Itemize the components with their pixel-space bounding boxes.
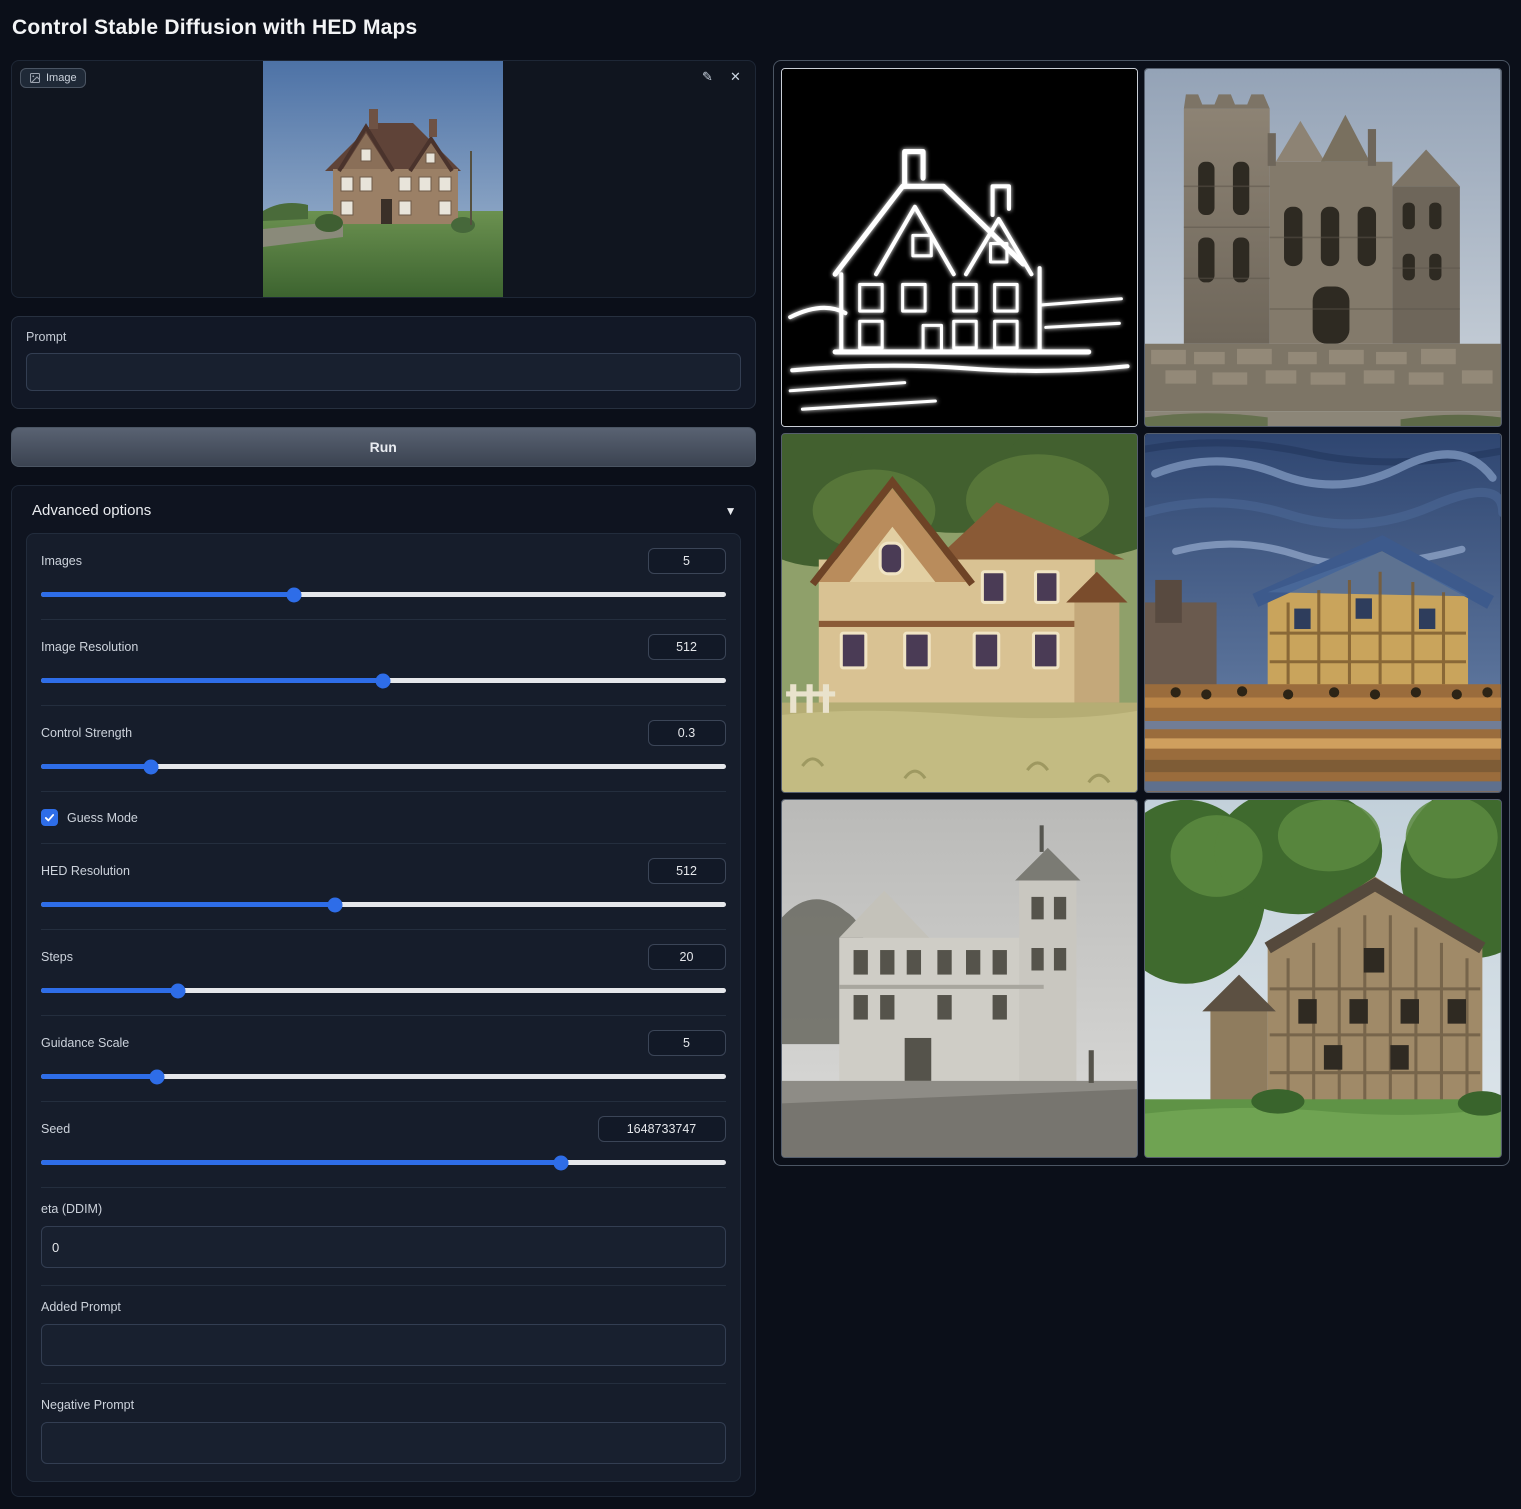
slider-thumb[interactable] bbox=[328, 897, 343, 912]
eta-input[interactable] bbox=[41, 1226, 726, 1268]
slider-fill bbox=[41, 1160, 561, 1165]
gallery-item-timber-house[interactable] bbox=[1144, 799, 1502, 1158]
slider-track[interactable] bbox=[41, 1074, 726, 1079]
uploaded-house-image bbox=[263, 61, 503, 298]
page-title: Control Stable Diffusion with HED Maps bbox=[12, 16, 1510, 40]
control-strength-value-input[interactable] bbox=[648, 720, 726, 746]
slider-fill bbox=[41, 988, 178, 993]
gallery-item-cathedral[interactable] bbox=[1144, 68, 1502, 427]
added-prompt-input[interactable] bbox=[41, 1324, 726, 1366]
prompt-label: Prompt bbox=[26, 330, 741, 344]
slider-thumb[interactable] bbox=[150, 1069, 165, 1084]
steps-slider[interactable] bbox=[41, 983, 726, 998]
slider-fill bbox=[41, 764, 151, 769]
slider-fill bbox=[41, 1074, 157, 1079]
app-root: Control Stable Diffusion with HED Maps I… bbox=[0, 0, 1521, 1509]
steps-label: Steps bbox=[41, 950, 73, 964]
cathedral-image bbox=[1145, 69, 1501, 426]
seed-value-input[interactable] bbox=[598, 1116, 726, 1142]
edit-image-button[interactable]: ✎ bbox=[698, 67, 718, 87]
hed-resolution-slider[interactable] bbox=[41, 897, 726, 912]
guidance-scale-slider[interactable] bbox=[41, 1069, 726, 1084]
guidance-scale-value-input[interactable] bbox=[648, 1030, 726, 1056]
slider-track[interactable] bbox=[41, 902, 726, 907]
image-upload-panel[interactable]: Image ✎ ✕ bbox=[11, 60, 756, 298]
guess-mode-label[interactable]: Guess Mode bbox=[67, 811, 138, 825]
images-label: Images bbox=[41, 554, 82, 568]
guidance-scale-label: Guidance Scale bbox=[41, 1036, 129, 1050]
prompt-input[interactable] bbox=[26, 353, 741, 391]
slider-thumb[interactable] bbox=[287, 587, 302, 602]
slider-track[interactable] bbox=[41, 988, 726, 993]
slider-track[interactable] bbox=[41, 764, 726, 769]
gallery-item-painterly-building[interactable] bbox=[1144, 433, 1502, 792]
chevron-down-icon: ▼ bbox=[725, 504, 737, 518]
image-resolution-label: Image Resolution bbox=[41, 640, 138, 654]
hed-resolution-value-input[interactable] bbox=[648, 858, 726, 884]
slider-thumb[interactable] bbox=[170, 983, 185, 998]
image-component-label: Image bbox=[20, 68, 86, 88]
run-button[interactable]: Run bbox=[11, 427, 756, 467]
steps-value-input[interactable] bbox=[648, 944, 726, 970]
added-prompt-field: Added Prompt bbox=[41, 1286, 726, 1384]
images-value-input[interactable] bbox=[648, 548, 726, 574]
image-icon bbox=[29, 72, 41, 84]
slider-thumb[interactable] bbox=[376, 673, 391, 688]
slider-thumb[interactable] bbox=[143, 759, 158, 774]
slider-fill bbox=[41, 902, 335, 907]
prompt-section: Prompt bbox=[11, 316, 756, 409]
output-gallery bbox=[773, 60, 1511, 1166]
hed-resolution-label: HED Resolution bbox=[41, 864, 130, 878]
image-resolution-value-input[interactable] bbox=[648, 634, 726, 660]
image-resolution-slider-row: Image Resolution bbox=[41, 620, 726, 706]
seed-slider-row: Seed bbox=[41, 1102, 726, 1188]
left-column: Image ✎ ✕ bbox=[11, 60, 756, 1497]
seed-slider[interactable] bbox=[41, 1155, 726, 1170]
hed-map-image bbox=[782, 69, 1138, 426]
advanced-controls: Images Image Resolution bbox=[26, 533, 741, 1482]
seed-label: Seed bbox=[41, 1122, 70, 1136]
control-strength-slider[interactable] bbox=[41, 759, 726, 774]
gallery-item-hed-map[interactable] bbox=[781, 68, 1139, 427]
image-resolution-slider[interactable] bbox=[41, 673, 726, 688]
wooden-house-image bbox=[782, 434, 1138, 791]
control-strength-label: Control Strength bbox=[41, 726, 132, 740]
images-slider-row: Images bbox=[41, 534, 726, 620]
gallery-item-wooden-house[interactable] bbox=[781, 433, 1139, 792]
guess-mode-row: Guess Mode bbox=[41, 792, 726, 844]
negative-prompt-field: Negative Prompt bbox=[41, 1384, 726, 1481]
advanced-options-title: Advanced options bbox=[32, 502, 151, 519]
guidance-scale-slider-row: Guidance Scale bbox=[41, 1016, 726, 1102]
painterly-building-image bbox=[1145, 434, 1501, 791]
negative-prompt-label: Negative Prompt bbox=[41, 1398, 726, 1412]
timber-house-image bbox=[1145, 800, 1501, 1157]
gallery-item-grayscale-building[interactable] bbox=[781, 799, 1139, 1158]
images-slider[interactable] bbox=[41, 587, 726, 602]
image-actions: ✎ ✕ bbox=[698, 67, 746, 87]
slider-track[interactable] bbox=[41, 592, 726, 597]
right-column bbox=[773, 60, 1511, 1166]
eta-field: eta (DDIM) bbox=[41, 1188, 726, 1286]
grayscale-building-image bbox=[782, 800, 1138, 1157]
image-label-text: Image bbox=[46, 72, 77, 84]
slider-track[interactable] bbox=[41, 1160, 726, 1165]
negative-prompt-input[interactable] bbox=[41, 1422, 726, 1464]
hed-resolution-slider-row: HED Resolution bbox=[41, 844, 726, 930]
advanced-options-accordion: Advanced options ▼ Images bbox=[11, 485, 756, 1497]
steps-slider-row: Steps bbox=[41, 930, 726, 1016]
clear-image-button[interactable]: ✕ bbox=[726, 67, 746, 87]
slider-track[interactable] bbox=[41, 678, 726, 683]
eta-label: eta (DDIM) bbox=[41, 1202, 726, 1216]
control-strength-slider-row: Control Strength bbox=[41, 706, 726, 792]
slider-thumb[interactable] bbox=[554, 1155, 569, 1170]
advanced-options-header[interactable]: Advanced options ▼ bbox=[26, 500, 741, 533]
check-icon bbox=[44, 812, 55, 823]
slider-fill bbox=[41, 678, 383, 683]
guess-mode-checkbox[interactable] bbox=[41, 809, 58, 826]
added-prompt-label: Added Prompt bbox=[41, 1300, 726, 1314]
slider-fill bbox=[41, 592, 294, 597]
